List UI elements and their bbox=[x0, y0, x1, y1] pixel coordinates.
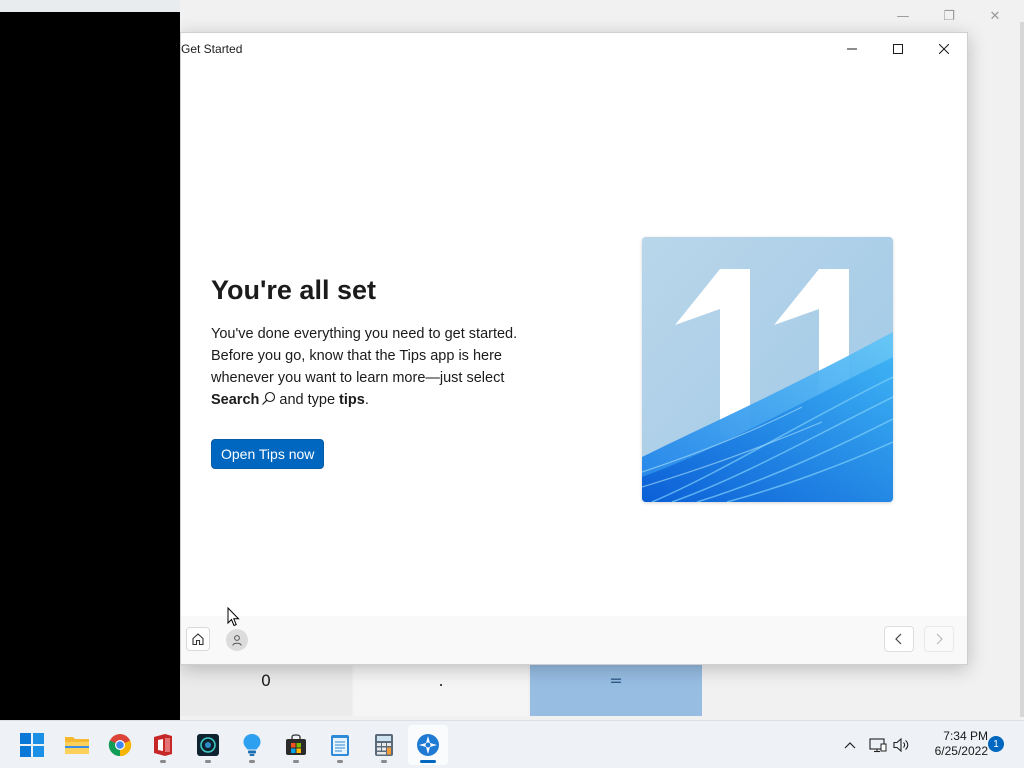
person-icon bbox=[232, 635, 242, 646]
network-button[interactable] bbox=[866, 721, 890, 768]
description-line-2: Before you go, know that the Tips app is… bbox=[211, 348, 502, 364]
taskbar-get-started[interactable] bbox=[408, 725, 448, 765]
calc-key-zero[interactable]: 0 bbox=[180, 665, 352, 716]
chevron-left-icon bbox=[895, 633, 902, 645]
get-started-icon bbox=[417, 734, 439, 756]
period-text: . bbox=[364, 392, 369, 408]
speaker-icon bbox=[893, 737, 909, 753]
home-button[interactable] bbox=[186, 627, 210, 651]
minimize-icon bbox=[847, 48, 857, 50]
running-indicator bbox=[249, 760, 255, 763]
open-tips-button[interactable]: Open Tips now bbox=[211, 439, 325, 469]
running-indicator bbox=[381, 760, 387, 763]
content-area: You're all set You've done everything yo… bbox=[181, 65, 967, 616]
tips-word: tips bbox=[339, 392, 365, 408]
maximize-icon bbox=[893, 44, 903, 54]
running-indicator bbox=[337, 760, 343, 763]
bg-restore-button[interactable]: ❐ bbox=[926, 4, 972, 28]
previous-button[interactable] bbox=[884, 626, 914, 652]
taskbar-dark-app[interactable] bbox=[188, 725, 228, 765]
calculator-bottom-row: 0 . = bbox=[180, 665, 702, 716]
background-window-controls: — ❐ ✕ bbox=[880, 4, 1018, 28]
chrome-icon bbox=[108, 734, 132, 757]
running-indicator bbox=[160, 760, 166, 763]
clock[interactable]: 7:34 PM 6/25/2022 bbox=[918, 729, 988, 759]
running-indicator bbox=[205, 760, 211, 763]
taskbar-tips[interactable] bbox=[232, 725, 272, 765]
clock-date: 6/25/2022 bbox=[934, 744, 988, 758]
taskbar-office[interactable] bbox=[143, 725, 183, 765]
volume-button[interactable] bbox=[890, 721, 914, 768]
account-button[interactable] bbox=[226, 629, 248, 651]
black-panel bbox=[0, 12, 180, 720]
taskbar-file-explorer[interactable] bbox=[57, 725, 97, 765]
notepad-icon bbox=[331, 735, 349, 756]
taskbar-chrome[interactable] bbox=[100, 725, 140, 765]
description-line-1: You've done everything you need to get s… bbox=[211, 326, 518, 342]
network-icon bbox=[869, 738, 887, 753]
calc-key-decimal[interactable]: . bbox=[354, 665, 528, 716]
clock-time: 7:34 PM bbox=[943, 729, 988, 743]
taskbar-notepad[interactable] bbox=[320, 725, 360, 765]
office-icon bbox=[154, 734, 172, 756]
description-line-3: whenever you want to learn more—just sel… bbox=[211, 370, 505, 386]
maximize-button[interactable] bbox=[875, 33, 921, 65]
taskbar-calculator[interactable] bbox=[364, 725, 404, 765]
and-type-text: and type bbox=[279, 392, 336, 408]
notification-badge[interactable]: 1 bbox=[988, 736, 1004, 752]
store-icon bbox=[286, 734, 306, 755]
home-icon bbox=[192, 633, 204, 646]
bottom-nav-bar bbox=[181, 616, 967, 664]
taskbar: 7:34 PM 6/25/2022 bbox=[0, 720, 1024, 768]
windows-11-hero-image bbox=[642, 237, 893, 502]
get-started-window: Get Started You're all set You've done e… bbox=[180, 32, 968, 665]
folder-icon bbox=[65, 737, 89, 754]
calculator-icon bbox=[375, 734, 393, 756]
chevron-right-icon bbox=[936, 633, 943, 645]
description: You've done everything you need to get s… bbox=[211, 323, 551, 413]
minimize-button[interactable] bbox=[829, 33, 875, 65]
windows-logo-icon bbox=[20, 733, 44, 757]
app-icon bbox=[197, 734, 219, 756]
bg-close-button[interactable]: ✕ bbox=[972, 4, 1018, 28]
calc-key-equals[interactable]: = bbox=[530, 665, 702, 716]
running-indicator bbox=[293, 760, 299, 763]
start-button[interactable] bbox=[12, 725, 52, 765]
close-button[interactable] bbox=[921, 33, 967, 65]
show-hidden-icons-button[interactable] bbox=[838, 721, 862, 768]
mouse-cursor-icon bbox=[227, 606, 241, 631]
active-indicator bbox=[420, 760, 436, 763]
search-word: Search bbox=[211, 392, 260, 408]
bg-minimize-button[interactable]: — bbox=[880, 4, 926, 28]
search-icon bbox=[261, 391, 276, 413]
close-icon bbox=[939, 44, 949, 54]
background-window-edge bbox=[1020, 22, 1024, 717]
chevron-up-icon bbox=[844, 742, 856, 749]
page-heading: You're all set bbox=[211, 275, 376, 305]
title-bar[interactable]: Get Started bbox=[181, 33, 967, 65]
taskbar-store[interactable] bbox=[276, 725, 316, 765]
window-controls bbox=[829, 33, 967, 65]
lightbulb-icon bbox=[243, 734, 261, 756]
window-title: Get Started bbox=[181, 42, 243, 56]
next-button[interactable] bbox=[924, 626, 954, 652]
